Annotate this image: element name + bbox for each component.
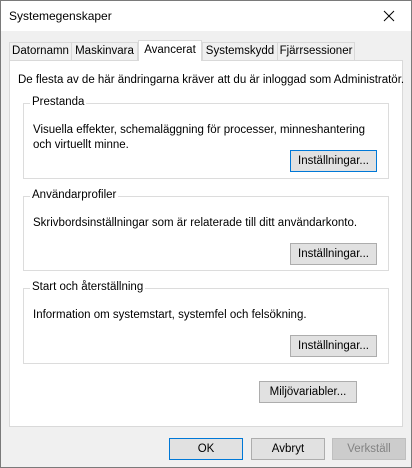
group-performance: Prestanda Visuella effekter, schemaläggn… <box>23 96 389 179</box>
group-startup-recovery: Start och återställning Information om s… <box>23 281 389 364</box>
environment-variables-button[interactable]: Miljövariabler... <box>259 381 357 403</box>
group-user-profiles: Användarprofiler Skrivbordsinställningar… <box>23 189 389 271</box>
cancel-button[interactable]: Avbryt <box>251 438 325 460</box>
tab-fjarrsessioner[interactable]: Fjärrsessioner <box>277 42 355 60</box>
tab-avancerat[interactable]: Avancerat <box>138 40 202 61</box>
group-performance-description: Visuella effekter, schemaläggning för pr… <box>33 124 365 151</box>
group-startup-recovery-title: Start och återställning <box>30 281 146 293</box>
group-user-profiles-title: Användarprofiler <box>30 189 119 201</box>
group-user-profiles-description: Skrivbordsinställningar som är relaterad… <box>33 217 358 229</box>
close-button[interactable] <box>367 1 411 31</box>
startup-recovery-settings-button[interactable]: Inställningar... <box>290 335 377 357</box>
group-performance-title: Prestanda <box>30 96 87 108</box>
close-icon <box>383 10 395 22</box>
title-bar[interactable]: Systemegenskaper <box>1 1 411 31</box>
system-properties-window: Systemegenskaper Datornamn Maskinvara Av… <box>0 0 412 468</box>
window-title: Systemegenskaper <box>9 9 112 23</box>
user-profiles-settings-button[interactable]: Inställningar... <box>290 243 377 265</box>
ok-button[interactable]: OK <box>169 438 243 460</box>
apply-button[interactable]: Verkställ <box>332 438 406 460</box>
group-startup-recovery-description: Information om systemstart, systemfel oc… <box>33 309 307 321</box>
tab-maskinvara[interactable]: Maskinvara <box>71 42 138 60</box>
admin-notice: De flesta av de här ändringarna kräver a… <box>18 74 405 86</box>
tab-datornamn[interactable]: Datornamn <box>9 42 72 60</box>
tab-systemskydd[interactable]: Systemskydd <box>202 42 278 60</box>
performance-settings-button[interactable]: Inställningar... <box>290 150 377 172</box>
